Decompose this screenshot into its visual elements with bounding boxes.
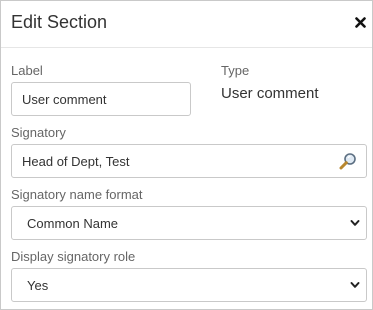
type-value: User comment: [221, 85, 319, 102]
name-format-select[interactable]: Common Name: [11, 206, 367, 240]
signatory-input[interactable]: [11, 144, 367, 178]
dialog-title: Edit Section: [11, 12, 108, 32]
signatory-field-label: Signatory: [11, 125, 66, 140]
dialog-header: Edit Section: [1, 1, 372, 48]
edit-section-dialog: Edit Section Label Type User comment Sig…: [0, 0, 373, 310]
close-button[interactable]: [352, 13, 368, 31]
name-format-selected: Common Name: [27, 215, 119, 231]
display-role-selected: Yes: [27, 277, 49, 293]
type-field-label: Type: [221, 63, 250, 78]
signatory-field: [11, 144, 367, 178]
label-input[interactable]: [11, 82, 191, 116]
name-format-field-label: Signatory name format: [11, 187, 143, 202]
display-role-select[interactable]: Yes: [11, 268, 367, 302]
search-icon[interactable]: [339, 152, 357, 170]
close-icon: [354, 16, 366, 28]
chevron-down-icon: [350, 282, 360, 288]
display-role-field-label: Display signatory role: [11, 249, 136, 264]
chevron-down-icon: [350, 220, 360, 226]
label-field-label: Label: [11, 63, 43, 78]
